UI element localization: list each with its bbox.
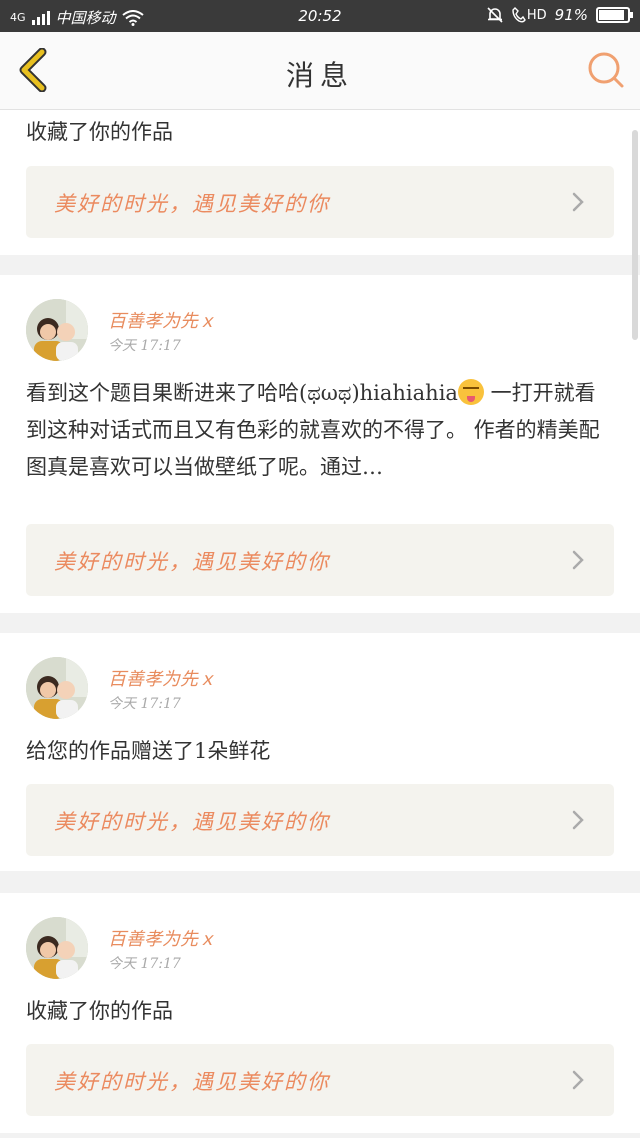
user-row: 百善孝为先ｘ 今天 17:17 (26, 657, 586, 719)
timestamp: 今天 17:17 (108, 338, 181, 354)
nav-bar: 消息 (0, 32, 640, 110)
message-feed[interactable]: 收藏了你的作品 美好的时光，遇见美好的你 百善孝为先ｘ 今天 17:17 看到这… (0, 110, 640, 1138)
work-link[interactable]: 美好的时光，遇见美好的你 (26, 1044, 614, 1116)
search-icon (588, 52, 624, 88)
chevron-right-icon (572, 192, 584, 212)
status-bar: 4G 中国移动 20:52 HD 91% (0, 0, 640, 32)
avatar-photo (26, 299, 88, 361)
squinting-tongue-emoji-icon (457, 379, 484, 405)
avatar-photo (26, 917, 88, 979)
work-title: 美好的时光，遇见美好的你 (54, 192, 330, 216)
avatar[interactable] (26, 917, 88, 979)
chevron-right-icon (572, 810, 584, 830)
battery-percent: 91% (554, 6, 588, 24)
battery-level (599, 10, 625, 20)
timestamp: 今天 17:17 (108, 696, 181, 712)
phone-icon (512, 7, 526, 23)
message-text: 收藏了你的作品 (26, 999, 173, 1023)
message-card: 收藏了你的作品 美好的时光，遇见美好的你 (0, 110, 640, 255)
work-link[interactable]: 美好的时光，遇见美好的你 (26, 784, 614, 856)
work-link[interactable]: 美好的时光，遇见美好的你 (26, 524, 614, 596)
avatar[interactable] (26, 299, 88, 361)
chevron-right-icon (572, 1070, 584, 1090)
message-card: 百善孝为先ｘ 今天 17:17 给您的作品赠送了1朵鲜花 美好的时光，遇见美好的… (0, 633, 640, 871)
chevron-right-icon (572, 550, 584, 570)
battery-icon (596, 7, 633, 23)
message-card: 百善孝为先ｘ 今天 17:17 收藏了你的作品 美好的时光，遇见美好的你 (0, 893, 640, 1133)
username[interactable]: 百善孝为先ｘ (108, 925, 216, 951)
hd-call-indicator: HD (512, 7, 547, 23)
user-row: 百善孝为先ｘ 今天 17:17 (26, 299, 586, 361)
work-title: 美好的时光，遇见美好的你 (54, 810, 330, 834)
scrollbar[interactable] (632, 130, 638, 340)
avatar[interactable] (26, 657, 88, 719)
avatar-photo (26, 657, 88, 719)
message-text: 收藏了你的作品 (26, 120, 173, 144)
hd-label: HD (526, 7, 547, 23)
message-text: 看到这个题目果断进来了哈哈(ಥωಥ)hiahiahia 一打开就看到这种对话式而… (26, 375, 614, 486)
user-row: 百善孝为先ｘ 今天 17:17 (26, 917, 586, 979)
search-button[interactable] (586, 50, 626, 90)
mute-bell-icon (487, 7, 503, 23)
status-right: HD 91% (486, 6, 633, 24)
work-title: 美好的时光，遇见美好的你 (54, 1070, 330, 1094)
page-title: 消息 (285, 59, 354, 92)
timestamp: 今天 17:17 (108, 956, 181, 972)
message-text: 给您的作品赠送了1朵鲜花 (26, 739, 271, 763)
work-title: 美好的时光，遇见美好的你 (54, 550, 330, 574)
message-card: 百善孝为先ｘ 今天 17:17 看到这个题目果断进来了哈哈(ಥωಥ)hiahia… (0, 275, 640, 613)
work-link[interactable]: 美好的时光，遇见美好的你 (26, 166, 614, 238)
username[interactable]: 百善孝为先ｘ (108, 307, 216, 333)
username[interactable]: 百善孝为先ｘ (108, 665, 216, 691)
message-text-part: 看到这个题目果断进来了哈哈(ಥωಥ)hiahiahia (26, 381, 458, 405)
